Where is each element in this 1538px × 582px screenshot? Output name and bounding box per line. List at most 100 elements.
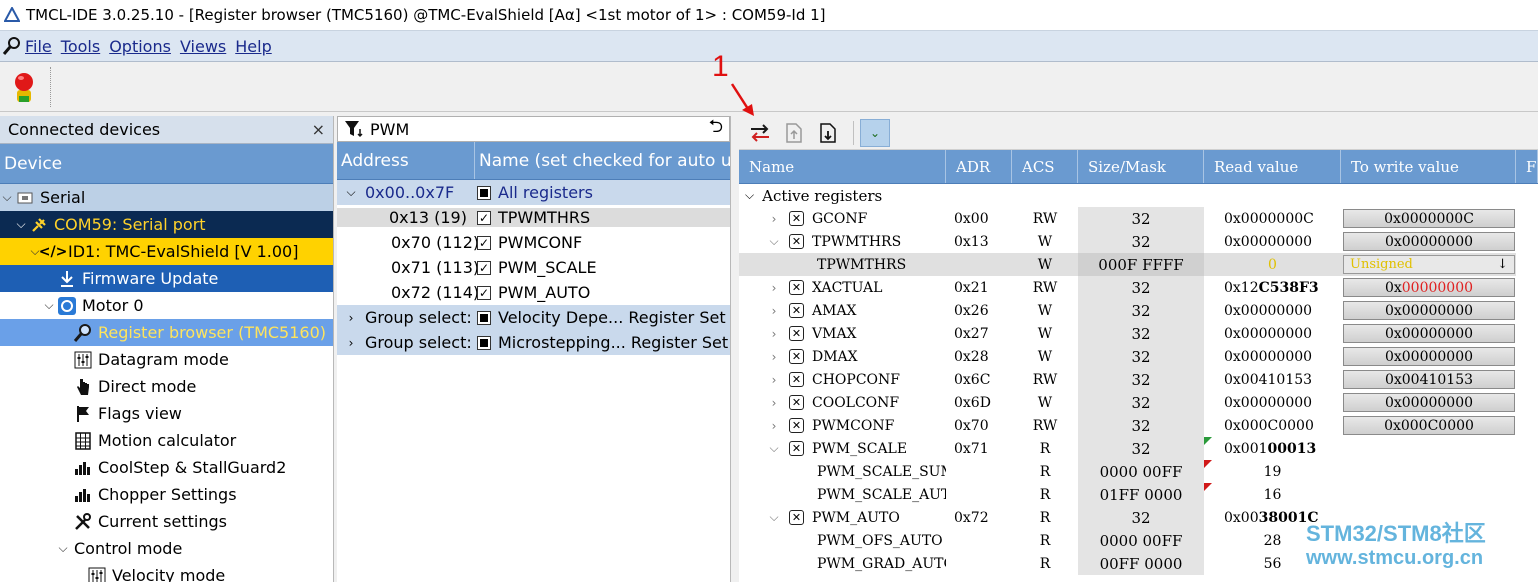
checkbox-checked[interactable]: ✓ bbox=[477, 210, 491, 225]
dropdown-button[interactable]: ⌄ bbox=[860, 118, 890, 147]
x-box-icon[interactable]: ✕ bbox=[789, 211, 804, 226]
tree-item-motor-0[interactable]: ⌵ Motor 0 bbox=[0, 292, 333, 319]
chevron-down-icon[interactable]: ⌵ bbox=[337, 185, 365, 200]
tree-item-evalshield[interactable]: ⌵ </> ID1: TMC-EvalShield [V 1.00] bbox=[0, 238, 333, 265]
chevron-right-icon[interactable]: › bbox=[767, 396, 781, 410]
write-value-button[interactable]: 0x00410153 bbox=[1343, 370, 1515, 389]
tree-item-datagram-mode[interactable]: Datagram mode bbox=[0, 346, 333, 373]
chevron-right-icon[interactable]: › bbox=[767, 373, 781, 387]
tree-item-current-settings[interactable]: Current settings bbox=[0, 508, 333, 535]
write-value-button[interactable]: 0x00000000 bbox=[1343, 324, 1515, 343]
menu-tools[interactable]: Tools bbox=[61, 37, 100, 56]
format-select[interactable]: Unsigned ↓ bbox=[1343, 255, 1515, 274]
chevron-down-icon[interactable]: ⌵ bbox=[767, 441, 781, 456]
close-icon[interactable]: × bbox=[312, 120, 325, 139]
name-column-header[interactable]: Name (set checked for auto upd bbox=[475, 142, 730, 179]
table-row[interactable]: › ✕ DMAX 0x28 W 32 0x00000000 0x00000000 bbox=[739, 345, 1538, 368]
tree-item-com59[interactable]: ⌵ COM59: Serial port bbox=[0, 211, 333, 238]
x-box-icon[interactable]: ✕ bbox=[789, 349, 804, 364]
list-item-pwm-scale[interactable]: 0x71 (113) ✓ PWM_SCALE bbox=[337, 255, 730, 280]
col-write[interactable]: To write value bbox=[1341, 150, 1516, 183]
table-row[interactable]: › ✕ AMAX 0x26 W 32 0x00000000 0x00000000 bbox=[739, 299, 1538, 322]
list-item-tpwmthrs[interactable]: 0x13 (19) ✓ TPWMTHRS bbox=[337, 205, 730, 230]
x-box-icon[interactable]: ✕ bbox=[789, 441, 804, 456]
tree-item-direct-mode[interactable]: Direct mode bbox=[0, 373, 333, 400]
x-box-icon[interactable]: ✕ bbox=[789, 510, 804, 525]
chevron-down-icon[interactable]: ⌵ bbox=[14, 217, 28, 232]
table-row[interactable]: › ✕ XACTUAL 0x21 RW 32 0x12 C538F3 0x 000000… bbox=[739, 276, 1538, 299]
tree-item-chopper-settings[interactable]: Chopper Settings bbox=[0, 481, 333, 508]
x-box-icon[interactable]: ✕ bbox=[789, 280, 804, 295]
checkbox[interactable] bbox=[477, 335, 491, 350]
list-item-pwm-auto[interactable]: 0x72 (114) ✓ PWM_AUTO bbox=[337, 280, 730, 305]
tree-item-serial[interactable]: ⌵ Serial bbox=[0, 184, 333, 211]
checkbox-checked[interactable]: ✓ bbox=[477, 285, 491, 300]
filter-value[interactable]: PWM bbox=[370, 120, 709, 139]
write-value-button[interactable]: 0x00000000 bbox=[1343, 393, 1515, 412]
list-item-pwmconf[interactable]: 0x70 (112) ✓ PWMCONF bbox=[337, 230, 730, 255]
clear-filter-icon[interactable]: ⮌ bbox=[709, 116, 723, 144]
address-column-header[interactable]: Address bbox=[337, 142, 475, 179]
table-row[interactable]: › ✕ COOLCONF 0x6D W 32 0x00000000 0x000000… bbox=[739, 391, 1538, 414]
toolbar-grip[interactable] bbox=[50, 66, 58, 107]
tree-item-control-mode[interactable]: ⌵ Control mode bbox=[0, 535, 333, 562]
device-column-header[interactable]: Device bbox=[0, 144, 333, 184]
chevron-down-icon[interactable]: ⌵ bbox=[56, 541, 70, 556]
right-splitter[interactable] bbox=[732, 116, 738, 582]
table-row-field[interactable]: PWM_SCALE_SUM R 0000 00FF 19 bbox=[739, 460, 1538, 483]
list-item-group-microstepping[interactable]: › Group select: Microstepping... Register… bbox=[337, 330, 730, 355]
write-value-button[interactable]: 0x00000000 bbox=[1343, 278, 1515, 297]
chevron-right-icon[interactable]: › bbox=[767, 327, 781, 341]
col-acs[interactable]: ACS bbox=[1012, 150, 1078, 183]
x-box-icon[interactable]: ✕ bbox=[789, 326, 804, 341]
col-f[interactable]: F bbox=[1516, 150, 1538, 183]
table-row[interactable]: › ✕ VMAX 0x27 W 32 0x00000000 0x00000000 bbox=[739, 322, 1538, 345]
chevron-down-icon[interactable]: ⌵ bbox=[767, 510, 781, 525]
write-value-button[interactable]: 0x00000000 bbox=[1343, 301, 1515, 320]
chevron-down-icon[interactable]: ⌵ bbox=[767, 234, 781, 249]
checkbox-checked[interactable]: ✓ bbox=[477, 235, 491, 250]
chevron-right-icon[interactable]: › bbox=[767, 212, 781, 226]
checkbox-checked[interactable]: ✓ bbox=[477, 260, 491, 275]
x-box-icon[interactable]: ✕ bbox=[789, 418, 804, 433]
table-row-field[interactable]: TPWMTHRS W 000F FFFF 0 Unsigned ↓ bbox=[739, 253, 1538, 276]
chevron-down-icon[interactable]: ⌵ bbox=[42, 298, 56, 313]
chevron-down-icon[interactable]: ⌵ bbox=[0, 190, 14, 205]
table-row[interactable]: › ✕ PWMCONF 0x70 RW 32 0x000C0000 0x000C00… bbox=[739, 414, 1538, 437]
write-value-button[interactable]: 0x00000000 bbox=[1343, 232, 1515, 251]
col-size[interactable]: Size/Mask bbox=[1078, 150, 1204, 183]
x-box-icon[interactable]: ✕ bbox=[789, 372, 804, 387]
filter-input[interactable]: PWM ⮌ bbox=[337, 116, 730, 142]
chevron-right-icon[interactable]: › bbox=[337, 311, 365, 325]
tree-item-register-browser[interactable]: Register browser (TMC5160) bbox=[0, 319, 333, 346]
tree-item-coolstep[interactable]: CoolStep & StallGuard2 bbox=[0, 454, 333, 481]
menu-options[interactable]: Options bbox=[109, 37, 171, 56]
download-button[interactable] bbox=[813, 118, 843, 148]
col-adr[interactable]: ADR bbox=[946, 150, 1012, 183]
chevron-down-icon[interactable]: ⌵ bbox=[745, 188, 754, 203]
tree-item-firmware-update[interactable]: Firmware Update bbox=[0, 265, 333, 292]
emergency-stop-button[interactable] bbox=[4, 65, 44, 109]
chevron-right-icon[interactable]: › bbox=[767, 350, 781, 364]
menu-file[interactable]: File bbox=[25, 37, 52, 56]
x-box-icon[interactable]: ✕ bbox=[789, 234, 804, 249]
tree-item-flags-view[interactable]: Flags view bbox=[0, 400, 333, 427]
checkbox[interactable] bbox=[477, 185, 491, 200]
x-box-icon[interactable]: ✕ bbox=[789, 395, 804, 410]
chevron-right-icon[interactable]: › bbox=[767, 419, 781, 433]
table-row[interactable]: › ✕ GCONF 0x00 RW 32 0x0000000C 0x0000000C bbox=[739, 207, 1538, 230]
menu-views[interactable]: Views bbox=[180, 37, 226, 56]
table-row[interactable]: › ✕ CHOPCONF 0x6C RW 32 0x00410153 0x00410… bbox=[739, 368, 1538, 391]
col-name[interactable]: Name bbox=[739, 150, 946, 183]
upload-button[interactable] bbox=[779, 118, 809, 148]
tree-item-motion-calculator[interactable]: Motion calculator bbox=[0, 427, 333, 454]
menu-help[interactable]: Help bbox=[235, 37, 271, 56]
x-box-icon[interactable]: ✕ bbox=[789, 303, 804, 318]
write-value-button[interactable]: 0x0000000C bbox=[1343, 209, 1515, 228]
table-row[interactable]: ⌵ ✕ PWM_SCALE 0x71 R 32 0x001 00013 bbox=[739, 437, 1538, 460]
write-value-button[interactable]: 0x000C0000 bbox=[1343, 416, 1515, 435]
swap-direction-button[interactable] bbox=[745, 118, 775, 148]
menu-magnifier-icon[interactable] bbox=[2, 36, 22, 56]
list-item-all-registers[interactable]: ⌵ 0x00..0x7F All registers bbox=[337, 180, 730, 205]
chevron-right-icon[interactable]: › bbox=[767, 304, 781, 318]
